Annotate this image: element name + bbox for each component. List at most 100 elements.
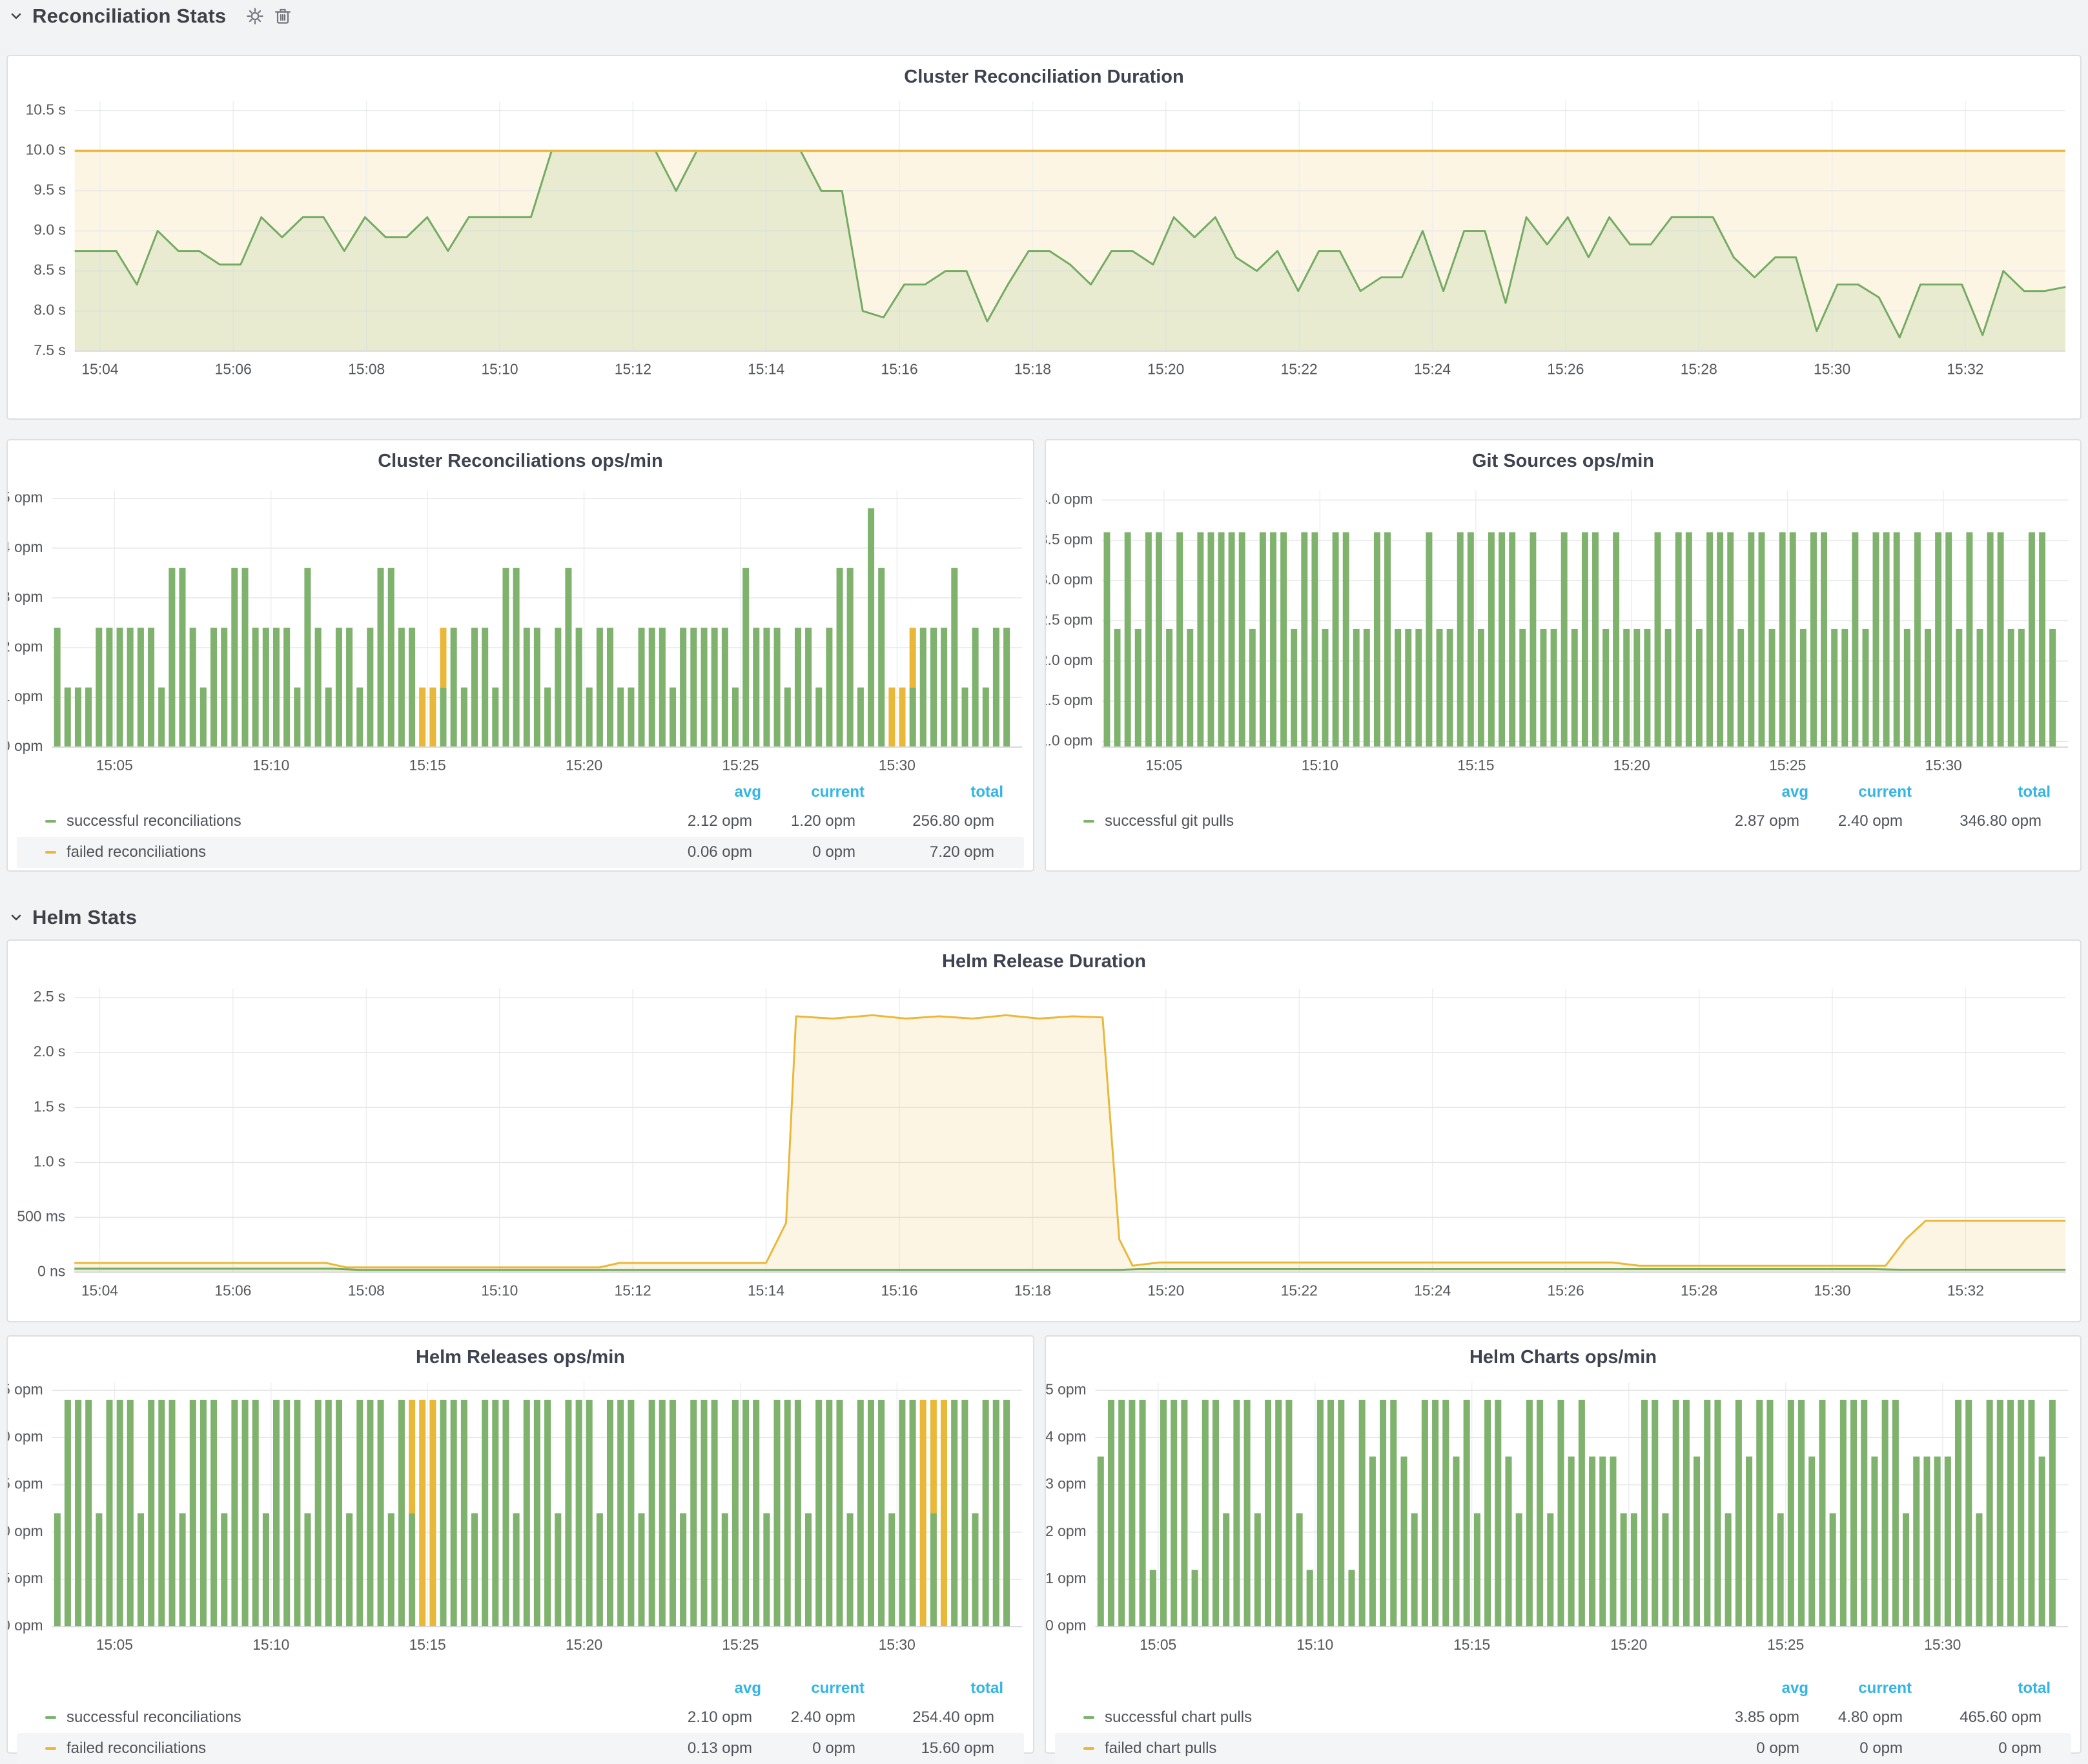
svg-text:5 opm: 5 opm <box>8 489 43 506</box>
series-label[interactable]: successful git pulls <box>1105 812 1686 830</box>
series-color-swatch <box>1083 1716 1094 1719</box>
legend-stat: 1.20 opm <box>752 812 855 830</box>
legend-sort-current[interactable]: current <box>1808 1679 1912 1697</box>
legend: avgcurrenttotalsuccessful chart pulls3.8… <box>1046 1675 2080 1764</box>
helm-release-duration-chart[interactable]: 0 ns500 ms1.0 s1.5 s2.0 s2.5 s15:0415:06… <box>8 941 2080 1321</box>
legend-stat: 2.40 opm <box>752 1708 855 1727</box>
legend-sort-current[interactable]: current <box>1808 783 1912 801</box>
trash-icon[interactable] <box>274 6 292 26</box>
x-axis-labels: 15:0415:0615:0815:1015:1215:1415:1615:18… <box>81 1282 1984 1298</box>
section-header-reconciliation-stats[interactable]: Reconciliation Stats <box>9 1 292 31</box>
legend-sort-total[interactable]: total <box>1912 1679 2051 1697</box>
legend-row: successful git pulls2.87 opm2.40 opm346.… <box>1055 806 2071 837</box>
panel-cluster-reconciliation-duration: Cluster Reconciliation Duration 7.5 s8.0… <box>6 55 2082 420</box>
legend-row: failed reconciliations0.13 opm0 opm15.60… <box>17 1733 1024 1764</box>
legend-sort-total[interactable]: total <box>1912 783 2051 801</box>
svg-text:2.0 s: 2.0 s <box>34 1043 66 1060</box>
legend-sort-avg[interactable]: avg <box>648 783 761 801</box>
series-label[interactable]: failed chart pulls <box>1105 1739 1686 1758</box>
legend-stats-header: avgcurrenttotal <box>1046 1675 2080 1702</box>
y-axis-labels: 0 opm0.5 opm1.0 opm1.5 opm2.0 opm2.5 opm <box>8 1380 43 1634</box>
svg-text:3.5 opm: 3.5 opm <box>1046 531 1092 548</box>
svg-text:3 opm: 3 opm <box>8 588 43 605</box>
svg-text:15:20: 15:20 <box>566 757 602 774</box>
svg-text:15:22: 15:22 <box>1281 360 1318 377</box>
svg-text:1.5 opm: 1.5 opm <box>8 1475 43 1492</box>
legend-sort-avg[interactable]: avg <box>1695 1679 1808 1697</box>
svg-text:15:06: 15:06 <box>214 1282 251 1298</box>
chevron-down-icon[interactable] <box>9 910 23 925</box>
series-label[interactable]: successful chart pulls <box>1105 1708 1686 1727</box>
series-label[interactable]: failed reconciliations <box>67 1739 639 1758</box>
svg-text:15:05: 15:05 <box>96 757 133 774</box>
svg-text:15:30: 15:30 <box>879 757 916 774</box>
svg-text:0.5 opm: 0.5 opm <box>8 1570 43 1586</box>
svg-text:15:16: 15:16 <box>881 1282 917 1298</box>
svg-text:15:32: 15:32 <box>1947 360 1983 377</box>
legend-stat: 254.40 opm <box>855 1708 994 1727</box>
legend: avgcurrenttotal successful git pulls2.87 … <box>1046 779 2080 837</box>
chevron-down-icon[interactable] <box>9 9 23 23</box>
svg-text:1.0 s: 1.0 s <box>34 1153 66 1169</box>
svg-text:15:26: 15:26 <box>1548 1282 1584 1298</box>
legend-sort-avg[interactable]: avg <box>648 1679 761 1697</box>
svg-text:5 opm: 5 opm <box>1046 1380 1087 1397</box>
legend-stat: 465.60 opm <box>1903 1708 2042 1727</box>
x-axis-labels: 15:0515:1015:1515:2015:2515:30 <box>1145 757 1961 774</box>
svg-text:15:24: 15:24 <box>1414 1282 1451 1298</box>
legend-sort-current[interactable]: current <box>761 1679 865 1697</box>
svg-text:15:06: 15:06 <box>215 360 252 377</box>
y-axis-labels: 7.5 s8.0 s8.5 s9.0 s9.5 s10.0 s10.5 s <box>26 101 66 358</box>
svg-text:15:32: 15:32 <box>1947 1282 1984 1298</box>
section-title[interactable]: Helm Stats <box>32 906 137 929</box>
svg-text:8.0 s: 8.0 s <box>34 302 66 318</box>
legend-stat: 2.12 opm <box>639 812 752 830</box>
svg-text:1.0 opm: 1.0 opm <box>1046 732 1092 748</box>
svg-text:15:10: 15:10 <box>1302 757 1338 774</box>
section-title[interactable]: Reconciliation Stats <box>32 5 226 28</box>
legend-stat: 0 opm <box>752 843 855 861</box>
svg-text:0 opm: 0 opm <box>8 1617 43 1634</box>
y-axis-labels: 0 opm1 opm2 opm3 opm4 opm5 opm <box>1046 1380 1087 1634</box>
svg-text:15:14: 15:14 <box>748 1282 784 1298</box>
series-color-swatch <box>1083 820 1094 823</box>
svg-text:15:28: 15:28 <box>1681 1282 1717 1298</box>
series-color-swatch <box>45 851 56 854</box>
legend-stat: 0.13 opm <box>639 1739 752 1758</box>
svg-text:15:15: 15:15 <box>409 757 446 774</box>
cluster-reconciliation-duration-chart[interactable]: 7.5 s8.0 s8.5 s9.0 s9.5 s10.0 s10.5 s15:… <box>8 56 2080 418</box>
panel-cluster-reconciliations-opm: Cluster Reconciliations ops/min 0 opm1 o… <box>6 439 1034 872</box>
legend-stats-header: avgcurrenttotal <box>8 779 1033 806</box>
legend-sort-avg[interactable]: avg <box>1695 783 1808 801</box>
legend-stat: 7.20 opm <box>855 843 994 861</box>
legend-stat: 0 opm <box>1903 1739 2042 1758</box>
x-axis-labels: 15:0515:1015:1515:2015:2515:30 <box>1140 1636 1961 1653</box>
svg-text:15:10: 15:10 <box>1296 1636 1333 1653</box>
legend-sort-total[interactable]: total <box>865 783 1003 801</box>
legend-sort-current[interactable]: current <box>761 783 865 801</box>
y-axis-labels: 1.0 opm1.5 opm2.0 opm2.5 opm3.0 opm3.5 o… <box>1046 490 1092 748</box>
svg-text:3.0 opm: 3.0 opm <box>1046 571 1092 588</box>
svg-text:15:25: 15:25 <box>1769 757 1806 774</box>
gear-icon[interactable] <box>245 6 265 26</box>
legend: avgcurrenttotal successful reconciliation… <box>8 1675 1033 1764</box>
svg-text:8.5 s: 8.5 s <box>34 262 66 278</box>
y-axis-labels: 0 opm1 opm2 opm3 opm4 opm5 opm <box>8 489 43 754</box>
svg-text:15:15: 15:15 <box>409 1636 446 1653</box>
section-header-helm-stats[interactable]: Helm Stats <box>9 903 137 932</box>
svg-text:15:10: 15:10 <box>481 360 518 377</box>
legend-sort-total[interactable]: total <box>865 1679 1003 1697</box>
legend-stats-header: avgcurrenttotal <box>8 1675 1033 1702</box>
series-label[interactable]: successful reconciliations <box>67 812 639 830</box>
svg-text:1.5 opm: 1.5 opm <box>1046 692 1092 708</box>
series-color-swatch <box>45 820 56 823</box>
legend-stat: 0 opm <box>752 1739 855 1758</box>
series-label[interactable]: successful reconciliations <box>67 1708 639 1727</box>
svg-text:15:12: 15:12 <box>615 1282 651 1298</box>
legend-row: failed chart pulls0 opm0 opm0 opm <box>1055 1733 2071 1764</box>
svg-text:15:30: 15:30 <box>1924 1636 1961 1653</box>
series-label[interactable]: failed reconciliations <box>67 843 639 861</box>
svg-text:15:30: 15:30 <box>1925 757 1962 774</box>
svg-text:15:25: 15:25 <box>722 757 759 774</box>
svg-text:4 opm: 4 opm <box>8 538 43 555</box>
